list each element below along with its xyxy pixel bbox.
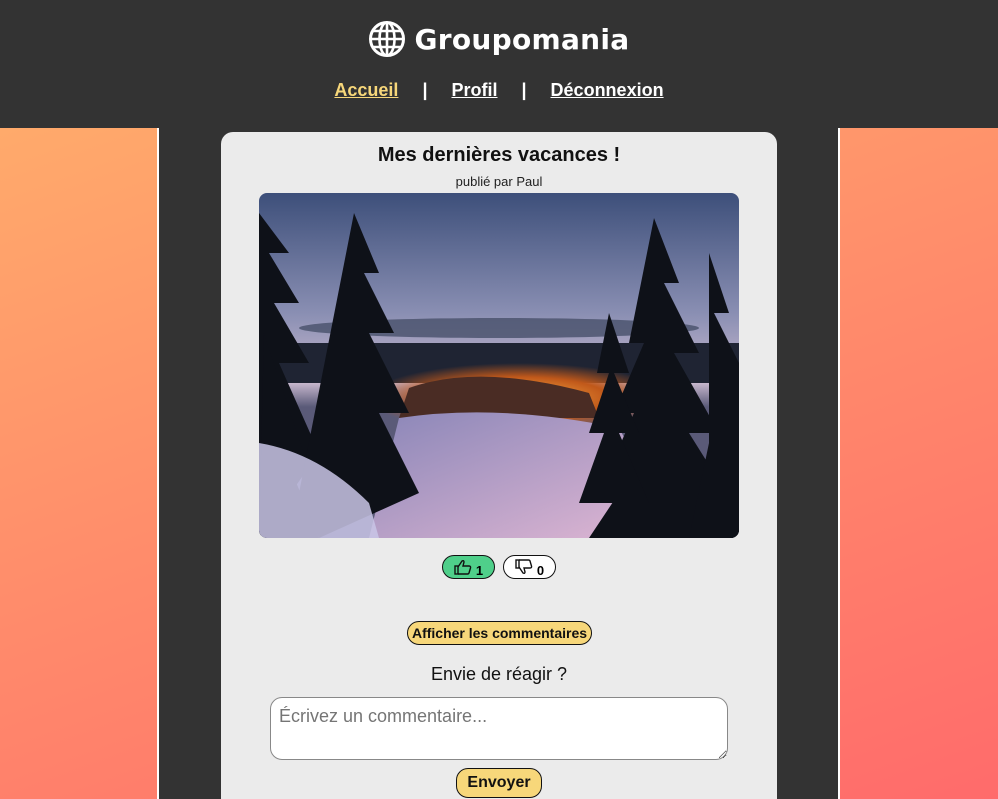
thumbs-up-icon (454, 559, 472, 575)
nav-logout-link[interactable]: Déconnexion (551, 80, 664, 101)
dislike-count: 0 (536, 562, 545, 578)
nav-separator: | (422, 80, 428, 100)
react-prompt: Envie de réagir ? (430, 664, 568, 684)
site-header: Groupomania Accueil | Profil | Déconnexi… (0, 0, 998, 128)
winter-forest-photo (259, 193, 739, 538)
nav-profile-link[interactable]: Profil (451, 80, 497, 101)
send-comment-button[interactable]: Envoyer (456, 768, 542, 798)
like-button[interactable]: 1 (442, 555, 495, 579)
nav-home-link[interactable]: Accueil (334, 80, 398, 101)
brand-name: Groupomania (414, 22, 630, 56)
show-comments-button[interactable]: Afficher les commentaires (407, 621, 592, 645)
nav-separator: | (521, 80, 527, 100)
globe-icon (369, 21, 406, 57)
reactions-bar: 1 0 (221, 555, 777, 579)
post-image (259, 193, 739, 538)
like-count: 1 (475, 562, 484, 578)
thumbs-down-icon (515, 559, 533, 575)
post-author: publié par Paul (455, 174, 543, 189)
post-card: Mes dernières vacances ! publié par Paul (221, 132, 777, 799)
post-title: Mes dernières vacances ! (377, 144, 621, 166)
main-nav: Accueil | Profil | Déconnexion (0, 80, 998, 101)
comment-input[interactable] (270, 697, 728, 760)
dislike-button[interactable]: 0 (503, 555, 556, 579)
brand-logo[interactable]: Groupomania (0, 20, 998, 58)
